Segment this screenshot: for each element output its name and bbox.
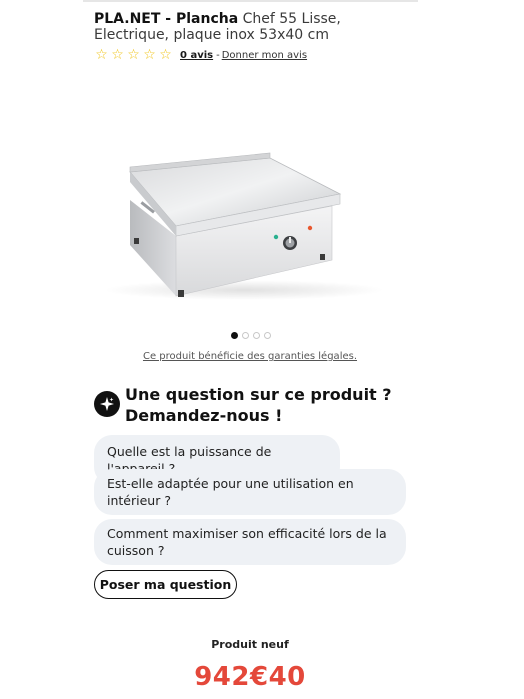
star-empty-icon: ☆ [111, 47, 124, 63]
rating-stars: ☆ ☆ ☆ ☆ ☆ [94, 48, 173, 62]
gallery-dot-4[interactable] [264, 332, 271, 339]
suggested-question-3[interactable]: Comment maximiser son efficacité lors de… [94, 519, 406, 565]
plancha-product-image [104, 152, 384, 300]
ask-question-button[interactable]: Poser ma question [94, 570, 237, 599]
sparkle-icon [94, 391, 120, 417]
rating-separator: - [216, 49, 220, 61]
gallery-dot-1[interactable] [231, 332, 238, 339]
rating-row: ☆ ☆ ☆ ☆ ☆ 0 avis - Donner mon avis [94, 46, 307, 64]
star-empty-icon: ☆ [95, 47, 108, 63]
legal-guarantee-link[interactable]: Ce produit bénéficie des garanties légal… [94, 351, 406, 362]
ask-question-title: Une question sur ce produit ? Demandez-n… [125, 385, 392, 425]
reviews-count-link[interactable]: 0 avis [180, 50, 213, 61]
product-brand: PLA.NET - Plancha [94, 11, 239, 27]
gallery-pagination [231, 332, 271, 339]
star-empty-icon: ☆ [143, 47, 156, 63]
suggested-question-2[interactable]: Est-elle adaptée pour une utilisation en… [94, 469, 406, 515]
gallery-dot-2[interactable] [242, 332, 249, 339]
product-price: 942€40 [194, 662, 306, 692]
top-divider [83, 0, 418, 2]
gallery-dot-3[interactable] [253, 332, 260, 339]
write-review-link[interactable]: Donner mon avis [222, 50, 307, 61]
product-image[interactable] [94, 120, 394, 310]
star-empty-icon: ☆ [127, 47, 140, 63]
product-title: PLA.NET - Plancha Chef 55 Lisse, Electri… [94, 11, 394, 43]
product-condition: Produit neuf [211, 638, 289, 651]
product-title-block: PLA.NET - Plancha Chef 55 Lisse, Electri… [94, 11, 394, 43]
star-empty-icon: ☆ [159, 47, 172, 63]
